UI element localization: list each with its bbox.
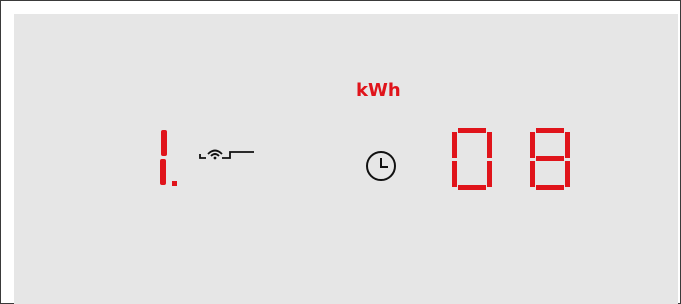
clock-icon — [366, 151, 396, 181]
display-panel — [14, 14, 678, 304]
timer-digit-0 — [452, 128, 492, 190]
wifi-wave-icon — [199, 149, 254, 160]
decimal-point — [172, 181, 177, 186]
unit-label: kWh — [356, 80, 401, 101]
timer-digit-8 — [530, 128, 570, 190]
zone-digit — [160, 130, 177, 186]
